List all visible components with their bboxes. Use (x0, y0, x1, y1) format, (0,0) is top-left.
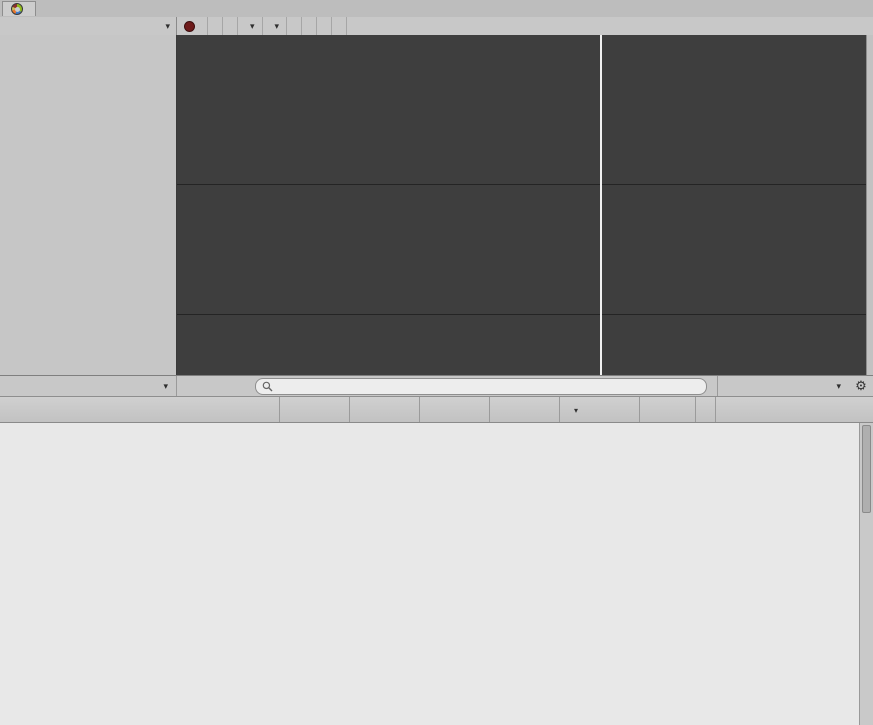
editor-dropdown[interactable] (238, 17, 263, 35)
chevron-down-icon (163, 380, 168, 392)
charts-scrollbar[interactable] (866, 35, 873, 375)
column-header-self-ms[interactable] (640, 397, 696, 422)
column-header-time-ms[interactable] (560, 397, 640, 422)
column-header-self[interactable] (350, 397, 420, 422)
chevron-down-icon (275, 20, 280, 32)
profiler-icon (11, 3, 23, 15)
clear-on-play-button[interactable] (287, 17, 303, 35)
view-mode-dropdown[interactable] (0, 376, 177, 396)
column-header-calls[interactable] (420, 397, 490, 422)
sort-caret-icon (574, 404, 578, 416)
details-mode-dropdown[interactable] (717, 376, 849, 396)
memory-chart[interactable] (177, 315, 866, 375)
rendering-chart[interactable] (177, 185, 866, 315)
details-toolbar (0, 375, 873, 397)
column-header-total[interactable] (280, 397, 350, 422)
cpu-usage-chart[interactable] (177, 35, 866, 185)
allocation-callstacks-dropdown[interactable] (263, 17, 288, 35)
record-button[interactable] (177, 17, 208, 35)
gear-icon (855, 381, 867, 393)
main-toolbar (0, 17, 873, 36)
search-input[interactable] (277, 378, 700, 394)
frame-indicator (846, 17, 873, 35)
clear-button[interactable] (302, 17, 318, 35)
table-header (0, 397, 873, 423)
current-frame-indicator[interactable] (600, 35, 602, 375)
chevron-down-icon (165, 20, 170, 32)
search-icon (262, 381, 273, 391)
chevron-down-icon (250, 20, 255, 32)
column-header-warnings[interactable] (696, 397, 716, 422)
column-header-gc-alloc[interactable] (490, 397, 560, 422)
record-icon (184, 20, 195, 32)
module-sidebar (0, 35, 177, 375)
column-header-filler (716, 397, 873, 422)
profile-editor-button[interactable] (223, 17, 238, 35)
hierarchy-table (0, 423, 859, 725)
add-profiler-dropdown[interactable] (0, 17, 177, 35)
titlebar (0, 0, 873, 18)
column-header-overview[interactable] (0, 397, 280, 422)
charts-area (177, 35, 866, 375)
deep-profile-button[interactable] (208, 17, 223, 35)
chevron-down-icon (836, 380, 841, 392)
profiler-window (0, 0, 873, 725)
scrollbar-thumb[interactable] (862, 425, 871, 513)
profiler-tab[interactable] (2, 1, 36, 16)
save-button[interactable] (332, 17, 348, 35)
settings-gear-button[interactable] (849, 378, 873, 394)
load-button[interactable] (317, 17, 333, 35)
table-scrollbar[interactable] (859, 423, 873, 725)
search-field[interactable] (255, 377, 707, 395)
